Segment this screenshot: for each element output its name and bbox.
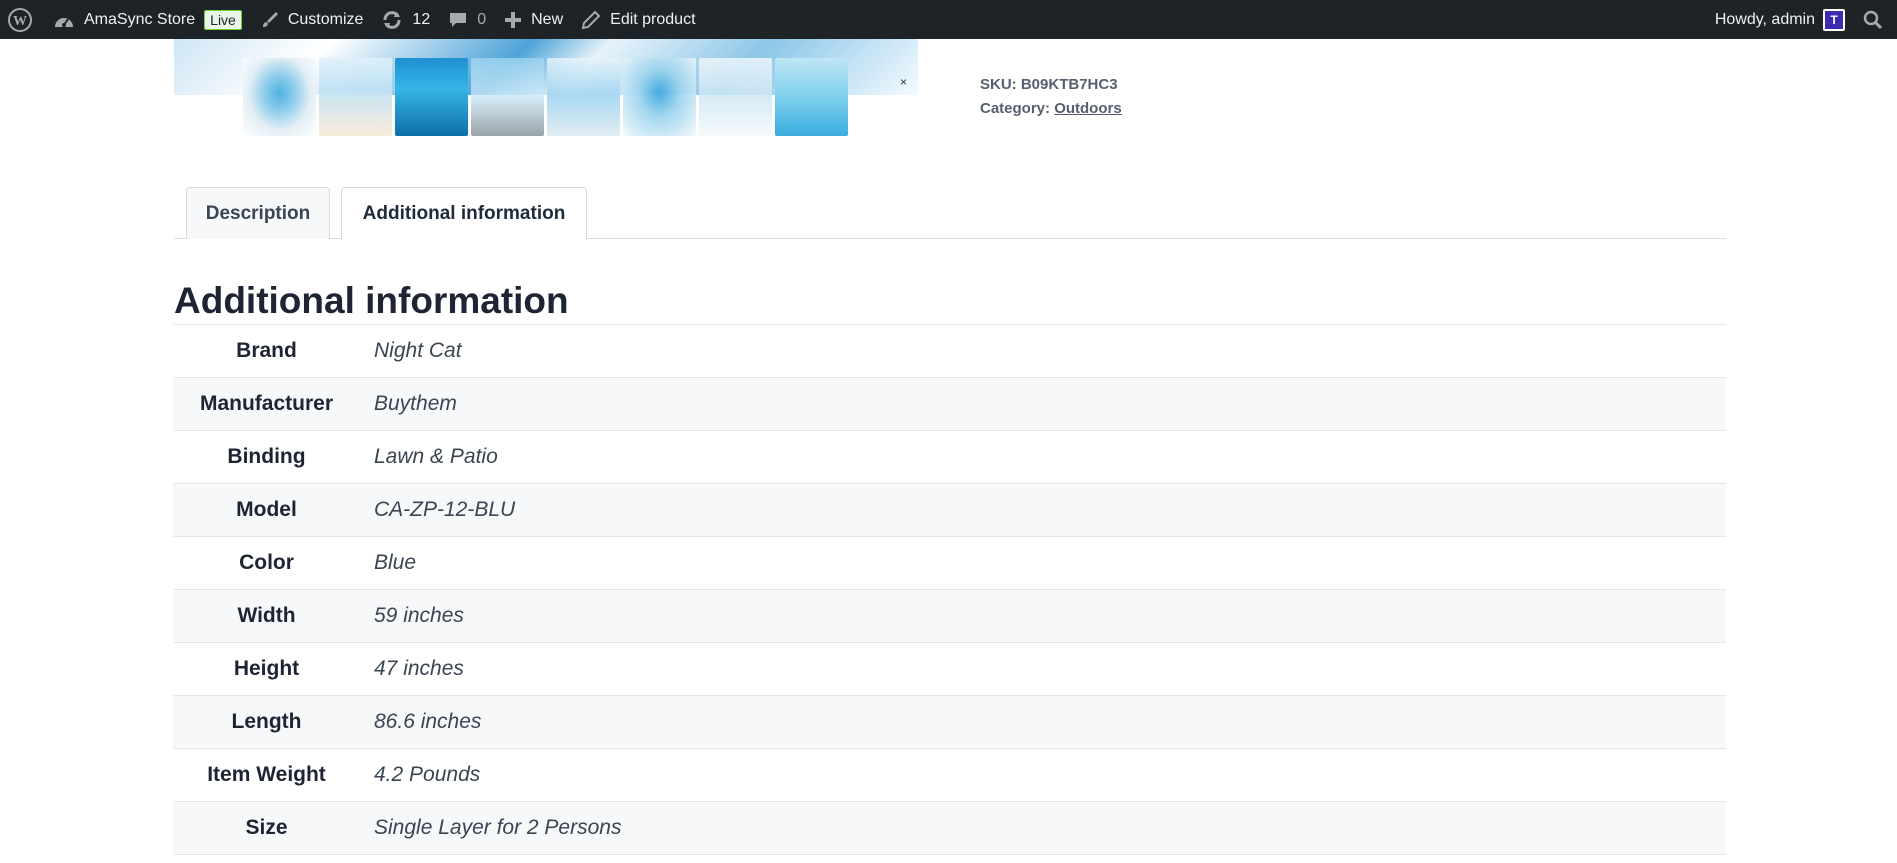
site-name-menu[interactable]: AmaSync Store Live xyxy=(44,0,251,39)
site-name: AmaSync Store xyxy=(84,10,196,28)
attribute-row: Size Single Layer for 2 Persons xyxy=(173,801,1726,855)
admin-bar: W AmaSync Store Live Customize 12 0 New xyxy=(0,0,1897,39)
category-label: Category: xyxy=(980,100,1051,117)
attribute-name: Height xyxy=(233,657,300,680)
svg-text:W: W xyxy=(13,14,27,29)
attribute-name: Model xyxy=(236,498,297,521)
updates-count: 12 xyxy=(412,10,431,28)
attribute-row: Length 86.6 inches xyxy=(173,695,1726,749)
product-tabs: Description Additional information xyxy=(174,187,1726,240)
gallery-thumbnail[interactable] xyxy=(623,58,696,136)
product-meta: SKU: B09KTB7HC3 Category: Outdoors xyxy=(980,73,1122,121)
gallery-thumbnail[interactable] xyxy=(395,58,468,136)
gallery-thumbnail[interactable] xyxy=(699,58,772,136)
attributes-table: Brand Night Cat Manufacturer Buythem Binding… xyxy=(173,324,1726,855)
search-icon xyxy=(1863,10,1883,30)
attribute-value: 86.6 inches xyxy=(374,710,482,733)
attribute-row: Height 47 inches xyxy=(173,642,1726,696)
attribute-value: Single Layer for 2 Persons xyxy=(374,816,622,839)
gallery-thumbnail[interactable] xyxy=(243,58,316,136)
attribute-row: Width 59 inches xyxy=(173,589,1726,643)
attribute-value: Lawn & Patio xyxy=(374,445,498,468)
gallery-close-icon[interactable]: × xyxy=(900,75,907,89)
updates-button[interactable]: 12 xyxy=(372,0,439,39)
tab-description[interactable]: Description xyxy=(186,187,330,239)
customize-label: Customize xyxy=(287,10,364,28)
sku-label: SKU: xyxy=(980,76,1017,93)
pencil-icon xyxy=(581,10,601,30)
admin-search-button[interactable] xyxy=(1854,0,1897,39)
gallery-thumbnail[interactable] xyxy=(471,58,544,136)
category-link[interactable]: Outdoors xyxy=(1054,100,1122,117)
plus-icon xyxy=(504,11,522,29)
attribute-row: Item Weight 4.2 Pounds xyxy=(173,748,1726,802)
updates-icon xyxy=(381,10,403,30)
sku-value: B09KTB7HC3 xyxy=(1020,76,1118,93)
comment-icon xyxy=(448,10,468,30)
attribute-row: Color Blue xyxy=(173,536,1726,590)
gallery-thumbnail[interactable] xyxy=(547,58,620,136)
attribute-value: 4.2 Pounds xyxy=(374,763,481,786)
attribute-value: Buythem xyxy=(374,392,457,415)
attribute-value: 47 inches xyxy=(374,657,464,680)
howdy-greeting: Howdy, admin xyxy=(1714,10,1815,28)
attribute-row: Brand Night Cat xyxy=(173,324,1726,378)
tab-additional-information[interactable]: Additional information xyxy=(341,187,587,240)
gallery-thumbnails xyxy=(243,58,848,136)
attribute-name: Manufacturer xyxy=(199,392,334,415)
live-badge: Live xyxy=(204,9,242,30)
brush-icon xyxy=(260,10,280,30)
attribute-row: Model CA-ZP-12-BLU xyxy=(173,483,1726,537)
dashboard-icon xyxy=(53,11,75,29)
gallery-thumbnail[interactable] xyxy=(319,58,392,136)
attribute-name: Width xyxy=(237,604,296,627)
attribute-name: Item Weight xyxy=(207,763,326,786)
attribute-name: Binding xyxy=(227,445,306,468)
avatar: T xyxy=(1823,8,1845,31)
attribute-value: Blue xyxy=(374,551,417,574)
sku-line: SKU: B09KTB7HC3 xyxy=(980,73,1122,97)
attribute-value: CA-ZP-12-BLU xyxy=(374,498,516,521)
new-content-button[interactable]: New xyxy=(495,0,572,39)
attribute-name: Length xyxy=(231,710,302,733)
wordpress-logo-icon[interactable]: W xyxy=(0,0,44,39)
attribute-value: 59 inches xyxy=(374,604,464,627)
comments-button[interactable]: 0 xyxy=(439,0,495,39)
edit-product-label: Edit product xyxy=(610,10,696,28)
attribute-name: Brand xyxy=(236,339,297,362)
comments-count: 0 xyxy=(477,10,487,28)
gallery-thumbnail[interactable] xyxy=(775,58,848,136)
attribute-name: Color xyxy=(239,551,294,574)
attribute-row: Binding Lawn & Patio xyxy=(173,430,1726,484)
customize-button[interactable]: Customize xyxy=(251,0,373,39)
edit-product-button[interactable]: Edit product xyxy=(572,0,704,39)
account-menu[interactable]: Howdy, admin T xyxy=(1706,0,1854,39)
new-label: New xyxy=(531,10,564,28)
section-title: Additional information xyxy=(174,280,569,321)
attribute-value: Night Cat xyxy=(374,339,462,362)
category-line: Category: Outdoors xyxy=(980,97,1122,121)
attribute-name: Size xyxy=(245,816,288,839)
attribute-row: Manufacturer Buythem xyxy=(173,377,1726,431)
